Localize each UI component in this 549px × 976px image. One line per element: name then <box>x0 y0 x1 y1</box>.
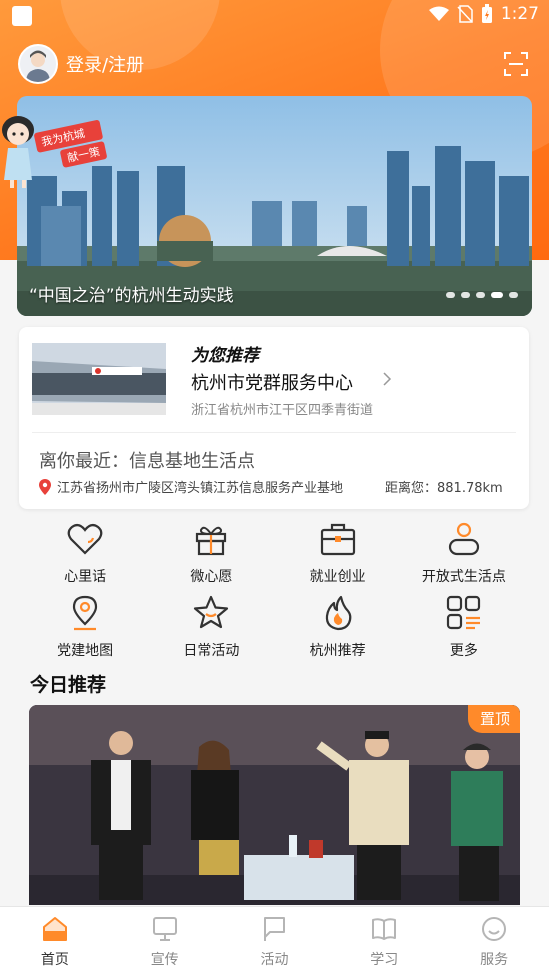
menu-item-employment[interactable]: 就业创业 <box>275 520 401 586</box>
avatar[interactable] <box>18 44 58 84</box>
nav-label: 学习 <box>370 952 399 968</box>
monitor-icon <box>152 917 177 941</box>
gift-icon <box>196 526 227 556</box>
location-pin-icon <box>39 478 51 495</box>
battery-icon <box>481 4 492 23</box>
menu-item-heart-talk[interactable]: 心里话 <box>22 520 148 586</box>
nearest-title[interactable]: 离你最近：信息基地生活点 <box>39 447 255 473</box>
carousel-dot <box>461 292 470 298</box>
menu-label: 党建地图 <box>57 643 114 659</box>
stage-performance-image <box>29 705 520 905</box>
login-row[interactable]: 登录/注册 <box>18 42 144 86</box>
wifi-icon <box>428 6 449 21</box>
menu-label: 日常活动 <box>183 643 240 659</box>
menu-item-party-map[interactable]: 党建地图 <box>22 594 148 660</box>
status-time: 1:27 <box>500 4 539 24</box>
flag-icon <box>264 917 286 941</box>
nearest-distance: 距离您：881.78km <box>385 481 503 496</box>
nav-label: 宣传 <box>150 952 179 968</box>
menu-label: 心里话 <box>64 569 107 585</box>
heart-chat-icon <box>67 523 103 555</box>
nav-item-activity[interactable]: 活动 <box>220 907 330 976</box>
carousel-indicators <box>446 292 518 298</box>
banner-carousel[interactable]: 我为杭城 献一策 “中国之治”的杭州生动实践 <box>17 96 532 316</box>
menu-item-daily-activity[interactable]: 日常活动 <box>148 594 274 660</box>
notification-icon <box>12 6 32 26</box>
building-image <box>32 343 166 415</box>
nav-label: 活动 <box>260 952 289 968</box>
home-icon <box>42 917 67 941</box>
menu-item-open-life-point[interactable]: 开放式生活点 <box>401 520 527 586</box>
carousel-dot <box>509 292 518 298</box>
status-bar: 1:27 <box>0 0 549 32</box>
user-avatar-icon <box>26 50 50 82</box>
service-center-thumbnail <box>32 343 166 415</box>
nav-item-study[interactable]: 学习 <box>329 907 439 976</box>
banner-caption: “中国之治”的杭州生动实践 <box>29 286 234 306</box>
mascot-icon <box>2 116 34 188</box>
nearest-info-row: 江苏省扬州市广陵区湾头镇江苏信息服务产业基地 距离您：881.78km <box>39 477 519 496</box>
flame-icon <box>325 595 351 631</box>
no-sim-icon <box>457 5 473 23</box>
menu-label: 更多 <box>449 643 478 659</box>
nav-label: 服务 <box>480 952 509 968</box>
nav-item-publicity[interactable]: 宣传 <box>110 907 220 976</box>
nearest-address: 江苏省扬州市广陵区湾头镇江苏信息服务产业基地 <box>57 481 344 496</box>
function-menu: 心里话 微心愿 就业创业 开放式生活点 党建地图 日常活动 杭州推荐 更多 <box>22 520 527 660</box>
smile-icon <box>482 917 507 941</box>
carousel-dot <box>476 292 485 298</box>
pinned-badge: 置顶 <box>467 705 520 733</box>
star-icon <box>194 595 229 629</box>
recommend-address: 浙江省杭州市江干区四季青街道 <box>191 403 374 418</box>
today-section-title: 今日推荐 <box>30 674 107 696</box>
recommend-place-name[interactable]: 杭州市党群服务中心 <box>191 369 353 395</box>
menu-label: 微心愿 <box>190 569 233 585</box>
menu-item-micro-wish[interactable]: 微心愿 <box>148 520 274 586</box>
nav-item-service[interactable]: 服务 <box>439 907 549 976</box>
scan-icon[interactable] <box>503 51 529 77</box>
recommend-card[interactable]: 为您推荐 杭州市党群服务中心 浙江省杭州市江干区四季青街道 离你最近：信息基地生… <box>19 327 529 509</box>
login-register-link[interactable]: 登录/注册 <box>66 51 144 77</box>
briefcase-icon <box>320 523 355 556</box>
recommend-heading: 为您推荐 <box>191 346 259 366</box>
bottom-navigation: 首页 宣传 活动 学习 服务 <box>0 906 549 976</box>
carousel-dot-active <box>491 292 503 298</box>
book-icon <box>372 918 397 940</box>
nav-label: 首页 <box>40 952 69 968</box>
menu-label: 杭州推荐 <box>309 643 366 659</box>
menu-item-more[interactable]: 更多 <box>401 594 527 660</box>
person-icon <box>448 522 479 556</box>
menu-item-hangzhou-recommend[interactable]: 杭州推荐 <box>275 594 401 660</box>
chevron-right-icon[interactable] <box>381 371 393 387</box>
menu-label: 就业创业 <box>309 569 366 585</box>
menu-label: 开放式生活点 <box>421 569 506 585</box>
today-featured-card[interactable]: 置顶 <box>29 705 520 905</box>
divider <box>32 432 516 433</box>
map-pin-icon <box>73 595 98 631</box>
grid-icon <box>446 595 480 630</box>
nav-item-home[interactable]: 首页 <box>0 907 110 976</box>
carousel-dot <box>446 292 455 298</box>
